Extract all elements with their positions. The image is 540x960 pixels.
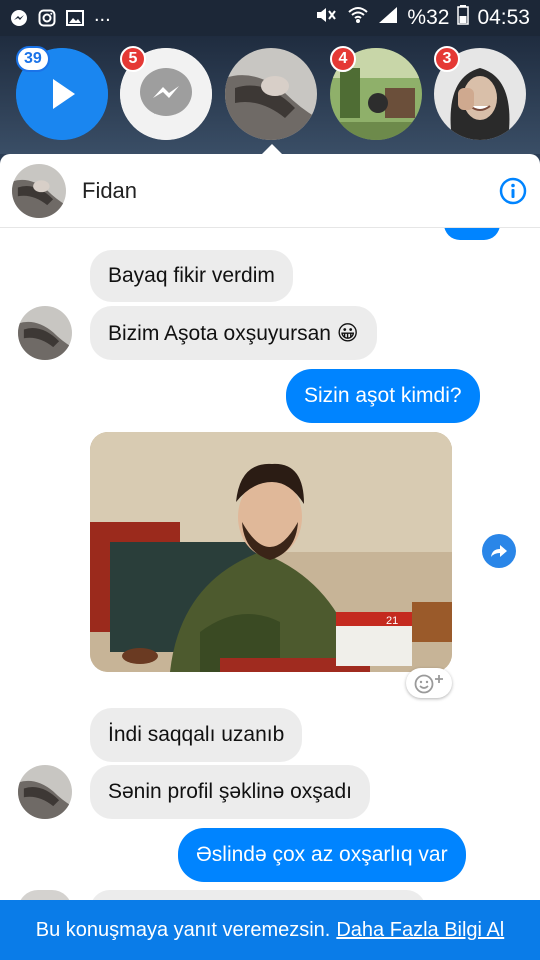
signal-icon <box>377 5 399 31</box>
chat-head-badge: 4 <box>330 46 356 72</box>
sender-avatar-partial <box>18 890 72 900</box>
share-button[interactable] <box>482 534 516 568</box>
conversation-header: Fidan <box>0 154 540 228</box>
message-bubble-incoming[interactable]: Sənin profil şəklinə oxşadı <box>90 765 370 819</box>
share-arrow-icon <box>491 545 507 557</box>
message-bubble-incoming[interactable]: Bizim Aşota oxşuyursan 😀 <box>90 306 377 360</box>
message-bubble-incoming[interactable]: Bayaq fikir verdim <box>90 250 293 302</box>
instagram-icon <box>38 9 56 27</box>
messenger-icon <box>10 9 28 27</box>
message-text: Əslində çox az oxşarlıq var <box>196 843 448 866</box>
battery-percent: %32 <box>407 6 450 29</box>
photo-message[interactable]: 21 <box>90 432 452 672</box>
chat-head-fidan[interactable] <box>225 48 317 140</box>
learn-more-link[interactable]: Daha Fazla Bilgi Al <box>336 919 504 942</box>
message-bubble-partial <box>444 228 500 240</box>
wifi-icon <box>347 5 369 31</box>
banner-text: Bu konuşmaya yanıt veremezsin. <box>35 918 331 941</box>
avatar-fidan <box>18 765 72 819</box>
message-text: Bizim Aşota oxşuyursan 😀 <box>108 321 359 345</box>
message-list[interactable]: Bayaq fikir verdim Bizim Aşota oxşuyursa… <box>0 228 540 900</box>
message-bubble-outgoing[interactable]: Sizin aşot kimdi? <box>286 369 480 423</box>
message-bubble-outgoing[interactable]: Əslində çox az oxşarlıq var <box>178 828 466 882</box>
conversation-name[interactable]: Fidan <box>82 178 137 204</box>
chat-head-badge: 5 <box>120 46 146 72</box>
clock: 04:53 <box>477 6 530 29</box>
conversation-avatar[interactable] <box>12 163 66 218</box>
info-icon[interactable] <box>498 176 528 206</box>
calendar-day: 21 <box>386 615 398 627</box>
more-notifications: ... <box>94 4 111 26</box>
avatar-fidan <box>12 163 66 218</box>
sender-avatar[interactable] <box>18 765 72 819</box>
message-text: İndi saqqalı uzanıb <box>108 723 285 746</box>
sender-avatar[interactable] <box>18 306 72 360</box>
chat-heads-bar: 39 5 4 3 <box>0 36 540 154</box>
battery-icon <box>457 5 470 31</box>
avatar-fidan <box>225 48 317 140</box>
photo-image: 21 <box>90 432 452 672</box>
avatar-fidan <box>18 306 72 360</box>
chat-head-badge: 39 <box>16 46 50 72</box>
chat-head-badge: 3 <box>434 46 460 72</box>
message-bubble-partial <box>90 890 426 900</box>
message-text: Bayaq fikir verdim <box>108 264 275 287</box>
message-bubble-incoming[interactable]: İndi saqqalı uzanıb <box>90 708 303 762</box>
message-text: Sizin aşot kimdi? <box>304 384 462 407</box>
add-reaction-button[interactable] <box>406 668 452 698</box>
message-text: Sənin profil şəklinə oxşadı <box>108 780 352 803</box>
gallery-icon <box>66 9 84 27</box>
status-bar: ... %32 04:53 <box>0 0 540 36</box>
mute-icon <box>315 5 339 31</box>
smiley-plus-icon <box>414 674 443 694</box>
cannot-reply-banner: Bu konuşmaya yanıt veremezsin. Daha Fazl… <box>0 900 540 960</box>
